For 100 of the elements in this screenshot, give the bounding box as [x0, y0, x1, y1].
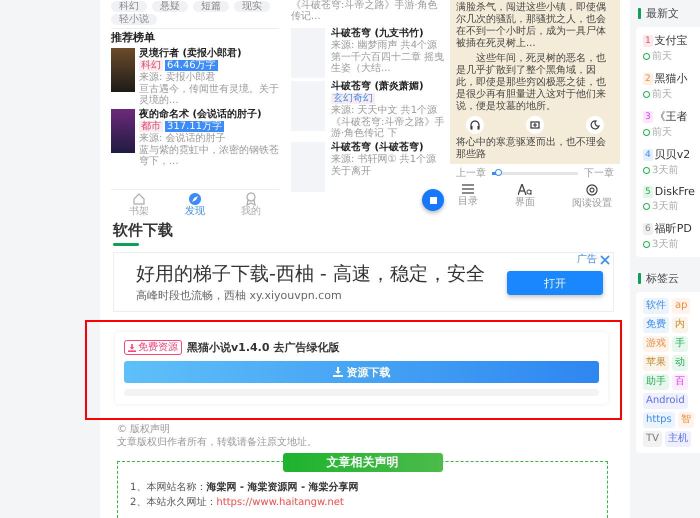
book-title[interactable]: 斗破苍穹 (斗破苍穹) — [331, 142, 436, 153]
tag-link[interactable]: 游戏 — [643, 336, 669, 352]
nav-tab[interactable]: 发现 — [185, 192, 205, 218]
post-title-link[interactable]: DiskFre — [654, 185, 695, 198]
copyright-notice: 文章版权归作者所有，转载请备注原文地址。 — [117, 436, 318, 449]
result-source: 来源: 书轩网① 共1个源 — [331, 154, 436, 165]
tag-link[interactable]: https — [643, 412, 675, 428]
headphones-icon[interactable] — [466, 116, 484, 134]
post-time: 前天 — [652, 126, 672, 139]
chapter-paragraph: 将心中的寒意驱逐而出，也不理会那些路 — [456, 137, 607, 161]
download-button[interactable]: 资源下载 — [124, 361, 599, 383]
site-link[interactable]: https://www.haitangw.net — [216, 497, 344, 508]
settings-icon — [586, 184, 598, 196]
category-tag: 科幻 — [139, 60, 163, 71]
ad-headline: 好用的梯子下载-西柚 - 高速，稳定，安全 — [136, 263, 486, 286]
tag-link[interactable]: 助手 — [643, 374, 669, 390]
book-summary: 蓝与紫的霓虹中，浓密的钢铁苍穹下，... — [139, 145, 279, 167]
result-latest-chapter: 关于离开 — [331, 166, 372, 177]
book-cover[interactable] — [111, 48, 135, 92]
book-source: 来源: 卖报小郎君 — [139, 72, 217, 83]
nav-tab[interactable]: 书架 — [129, 192, 149, 218]
menu-icon — [462, 184, 474, 194]
book-title[interactable]: 斗破苍穹 (九支书竹) — [331, 28, 446, 39]
close-icon[interactable] — [600, 255, 610, 265]
post-title-link[interactable]: 贝贝v2 — [654, 147, 690, 162]
book-summary: 亘古遇今，传闻世有灵境。关于灵境的... — [139, 84, 279, 106]
house-icon — [132, 192, 146, 206]
genre-chip[interactable]: 短篇 — [193, 1, 229, 12]
rank-badge: 1 — [643, 34, 653, 46]
tag-link[interactable]: 百 — [672, 374, 688, 390]
font-size-icon — [518, 184, 532, 195]
book-title[interactable]: 斗破苍穹 (萧炎萧媚) — [331, 81, 446, 92]
reader-menu-button[interactable]: 界面 — [515, 184, 535, 209]
nav-tab[interactable]: 我的 — [241, 192, 261, 218]
post-time: 前天 — [652, 50, 672, 63]
ribbon-icon — [244, 192, 258, 206]
ad-banner[interactable]: 好用的梯子下载-西柚 - 高速，稳定，安全 高峰时段也流畅，西柚 xy.xiyouvpn.com 打开 广告 — [113, 252, 614, 312]
slider-thumb[interactable] — [494, 169, 502, 176]
statement-line: 1、本网站名称：海棠网 - 海棠资源网 - 海棠分享网 — [130, 480, 360, 495]
tag-link[interactable]: 手 — [672, 336, 688, 352]
ad-label: 广告 — [577, 254, 597, 265]
rank-badge: 2 — [643, 72, 653, 84]
download-icon — [128, 344, 136, 352]
next-chapter-link[interactable]: 下一章 — [584, 168, 614, 179]
widget-title: 最新文 — [646, 6, 679, 21]
word-count-tag: 64.46万字 — [165, 60, 218, 71]
result-source: 来源: 天天中文 共1个源 — [331, 105, 438, 116]
tag-link[interactable]: 智 — [678, 412, 694, 428]
statement-line: 2、本站永久网址：https://www.haitangw.net — [130, 496, 345, 510]
rank-badge: 3 — [643, 110, 653, 122]
result-latest-chapter: 《斗破苍穹:斗帝之路》手游·角色传记 下 — [331, 117, 446, 139]
add-bookmark-icon[interactable] — [526, 116, 544, 134]
category-tag: 都市 — [139, 121, 163, 132]
post-title-link[interactable]: 黑猫小 — [654, 71, 688, 86]
open-button[interactable]: 打开 — [507, 271, 603, 295]
tag-link[interactable]: 软件 — [643, 298, 669, 314]
previous-chapter-link[interactable]: 上一章 — [456, 168, 486, 179]
post-title-link[interactable]: 福昕PD — [654, 221, 692, 236]
rank-badge: 6 — [643, 222, 653, 234]
reader-menu-button[interactable]: 目录 — [458, 184, 478, 209]
tag-link[interactable]: 免费 — [643, 317, 669, 333]
stop-button[interactable] — [422, 189, 444, 212]
tag-link[interactable]: 苹果 — [643, 355, 669, 371]
ad-subline: 高峰时段也流畅，西柚 xy.xiyouvpn.com — [136, 288, 343, 303]
tag-link[interactable]: ap — [672, 298, 690, 314]
chapter-paragraph: 这些年间，死灵树的恶名，也是几乎扩散到了整个黑角域，因此，即使是那些穷凶极恶之徒，也是很少再有胆量进入这对于他们来说，便是坟墓的地所。 — [456, 53, 607, 113]
genre-tag: 玄幻奇幻 — [331, 93, 375, 104]
word-count-tag: 317.11万字 — [165, 121, 224, 132]
post-title-link[interactable]: 《王者 — [654, 109, 688, 124]
genre-chip[interactable]: 悬疑 — [152, 1, 188, 12]
book-title[interactable]: 夜的命名术 (会说话的肘子) — [139, 109, 279, 120]
post-title-link[interactable]: 支付宝 — [654, 33, 688, 48]
tag-link[interactable]: Android — [643, 393, 688, 409]
copyright-title: © 版权声明 — [117, 423, 172, 436]
book-cover[interactable] — [111, 109, 135, 153]
free-resource-badge: 免费资源 — [124, 340, 182, 355]
post-time: 前天 — [652, 88, 672, 101]
book-title[interactable]: 灵境行者 (卖报小郎君) — [139, 48, 279, 59]
post-time: 3天前 — [652, 200, 678, 213]
post-time: 3天前 — [652, 238, 678, 251]
tag-link[interactable]: 内 — [672, 317, 688, 333]
tag-link[interactable]: 动 — [672, 355, 688, 371]
compass-icon — [188, 192, 202, 206]
chapter-paragraph: 满脸杀气，闯进这些小镇，即使偶尔几次的骚乱，那骚扰之人，也会在不到一个小时后，成为一具尸体被插在死灵树上... — [456, 2, 607, 50]
genre-chip[interactable]: 轻小说 — [111, 14, 157, 25]
section-title: 软件下载 — [113, 221, 173, 242]
post-time: 3天前 — [652, 164, 678, 177]
genre-chip[interactable]: 现实 — [234, 1, 270, 12]
night-mode-icon[interactable] — [586, 116, 604, 134]
download-icon — [332, 367, 342, 377]
rank-badge: 5 — [643, 186, 653, 198]
tag-link[interactable]: 主机 — [664, 431, 691, 447]
result-source: 来源: 幽梦雨声 共4个源 — [331, 40, 438, 51]
resource-title: 黑猫小说v1.4.0 去广告绿化版 — [187, 340, 340, 355]
genre-chip[interactable]: 科幻 — [111, 1, 147, 12]
result-latest-chapter: 第一千六百四十二章 摇曳生姿（大结... — [331, 52, 446, 74]
statement-title: 文章相关声明 — [282, 453, 442, 472]
reader-menu-button[interactable]: 阅读设置 — [572, 184, 612, 209]
tag-link[interactable]: TV — [643, 431, 662, 447]
rank-badge: 4 — [643, 148, 653, 160]
